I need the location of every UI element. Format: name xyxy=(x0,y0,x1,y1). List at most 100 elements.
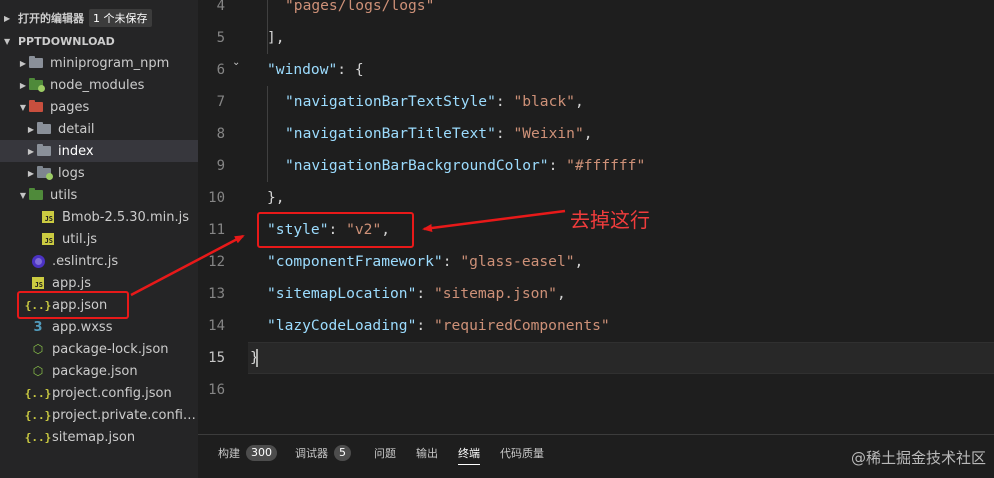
file-tree-item[interactable]: ▼ utils xyxy=(0,184,198,206)
line-number: 7 xyxy=(216,94,225,110)
file-tree-item[interactable]: {..}project.private.config.js... xyxy=(0,404,198,426)
json-key: "navigationBarTitleText" xyxy=(285,125,496,142)
line-number: 5 xyxy=(216,30,225,46)
file-tree-item[interactable]: ▼ pages xyxy=(0,96,198,118)
current-line-highlight xyxy=(248,342,994,374)
js-file-icon: JS xyxy=(30,276,46,290)
open-editors-header[interactable]: ▶ 打开的编辑器 1 个未保存 xyxy=(0,7,198,29)
panel-tab[interactable]: 构建 300 xyxy=(218,444,277,462)
utils-folder-icon xyxy=(28,188,44,202)
annotation-box-style-line xyxy=(257,212,414,248)
explorer-sidebar: ▶ 打开的编辑器 1 个未保存 ▼ PPTDOWNLOAD ▶ miniprogr… xyxy=(0,0,198,478)
punctuation: : xyxy=(495,93,514,110)
line-number: 14 xyxy=(208,318,225,334)
punctuation: : xyxy=(416,285,434,302)
chevron-right-icon[interactable]: ▶ xyxy=(18,59,28,68)
file-tree-label: utils xyxy=(50,187,78,203)
file-tree-item[interactable]: ▶ logs xyxy=(0,162,198,184)
chevron-right-icon[interactable]: ▶ xyxy=(26,125,36,134)
file-tree-item[interactable]: {..} project.config.json xyxy=(0,382,198,404)
json-string: "#ffffff" xyxy=(566,157,646,174)
package-icon: ⬡ xyxy=(32,364,44,378)
panel-tab-label: 问题 xyxy=(374,447,396,460)
line-number: 11 xyxy=(208,222,225,238)
line-number: 15 xyxy=(208,350,225,366)
code-editor[interactable]: 4 "pages/logs/logs" 5], 6 "window": { 7 "navig… xyxy=(198,0,994,434)
open-editors-title: 打开的编辑器 xyxy=(18,12,84,25)
panel-tab-count: 5 xyxy=(334,445,351,461)
code-line[interactable]: "lazyCodeLoading": "requiredComponents" xyxy=(267,310,610,342)
file-tree-item[interactable]: JS util.js xyxy=(0,228,198,250)
panel-tab[interactable]: 终端 xyxy=(458,444,480,465)
panel-tab[interactable]: 问题 xyxy=(374,444,396,462)
json-string: "sitemap.json" xyxy=(433,285,557,302)
panel-tab[interactable]: 调试器 5 xyxy=(295,444,351,462)
logs-folder-icon xyxy=(36,166,53,180)
json-string: "pages/logs/logs" xyxy=(285,0,435,14)
code-line[interactable]: "window": { xyxy=(267,54,364,86)
panel-tab-label: 构建 xyxy=(218,447,240,460)
line-number: 6 xyxy=(216,62,225,78)
project-title: PPTDOWNLOAD xyxy=(18,34,115,48)
line-number: 8 xyxy=(216,126,225,142)
folder-icon xyxy=(36,144,52,158)
text-cursor xyxy=(256,349,258,367)
indent-guide xyxy=(267,86,268,182)
json-string: "requiredComponents" xyxy=(433,317,610,334)
punctuation: : { xyxy=(337,61,364,78)
punctuation: , xyxy=(556,285,566,302)
file-tree-label: node_modules xyxy=(50,77,145,93)
code-line[interactable]: }, xyxy=(267,182,285,214)
panel-tab[interactable]: 输出 xyxy=(416,444,438,462)
punctuation: : xyxy=(442,253,461,270)
chevron-right-icon[interactable]: ▶ xyxy=(26,147,36,156)
file-tree-label: sitemap.json xyxy=(52,429,136,445)
file-tree-item[interactable]: .eslintrc.js xyxy=(0,250,198,272)
file-tree-item[interactable]: ▶ miniprogram_npm xyxy=(0,52,198,74)
file-tree-item[interactable]: JS Bmob-2.5.30.min.js xyxy=(0,206,198,228)
code-line[interactable]: ], xyxy=(267,22,285,54)
json-string: "glass-easel" xyxy=(460,253,575,270)
code-line[interactable]: "componentFramework": "glass-easel", xyxy=(267,246,583,278)
fold-chevron-icon[interactable]: ⌄ xyxy=(232,57,240,68)
file-tree-item[interactable]: 3 app.wxss xyxy=(0,316,198,338)
code-line[interactable]: "navigationBarBackgroundColor": "#ffffff… xyxy=(285,150,645,182)
file-tree-item[interactable]: ▶ detail xyxy=(0,118,198,140)
json-file-icon: {..} xyxy=(24,430,52,444)
code-line[interactable]: "navigationBarTextStyle": "black", xyxy=(285,86,584,118)
json-key: "window" xyxy=(267,61,338,78)
code-line[interactable]: "pages/logs/logs" xyxy=(285,0,434,22)
json-key: "navigationBarBackgroundColor" xyxy=(285,157,549,174)
panel-tab-label: 调试器 xyxy=(295,447,328,460)
punctuation: : xyxy=(416,317,434,334)
panel-tab[interactable]: 代码质量 xyxy=(500,444,544,462)
punctuation: ], xyxy=(267,29,285,46)
file-tree-item[interactable]: ⬡ package-lock.json xyxy=(0,338,198,360)
chevron-right-icon: ▶ xyxy=(4,13,11,23)
json-file-icon: {..} xyxy=(24,386,52,400)
file-tree-item[interactable]: ⬡ package.json xyxy=(0,360,198,382)
line-number: 10 xyxy=(208,190,225,206)
file-tree-label: package.json xyxy=(52,363,138,379)
watermark: @稀土掘金技术社区 xyxy=(850,449,986,467)
folder-icon xyxy=(28,56,44,70)
css-file-icon: 3 xyxy=(33,319,43,335)
chevron-right-icon[interactable]: ▶ xyxy=(26,169,36,178)
node-folder-icon xyxy=(28,78,45,92)
code-line[interactable]: "sitemapLocation": "sitemap.json", xyxy=(267,278,566,310)
chevron-right-icon[interactable]: ▶ xyxy=(18,81,28,90)
line-number: 4 xyxy=(216,0,225,14)
code-line[interactable]: "navigationBarTitleText": "Weixin", xyxy=(285,118,593,150)
project-header[interactable]: ▼ PPTDOWNLOAD xyxy=(0,30,198,52)
file-tree-label: index xyxy=(58,143,94,159)
file-tree-item[interactable]: ▶ index xyxy=(0,140,198,162)
file-tree-item[interactable]: ▶ node_modules xyxy=(0,74,198,96)
pages-folder-icon xyxy=(28,100,44,114)
chevron-down-icon[interactable]: ▼ xyxy=(18,103,28,112)
file-tree-label: pages xyxy=(50,99,90,115)
json-key: "componentFramework" xyxy=(267,253,443,270)
folder-icon xyxy=(36,122,52,136)
file-tree-item[interactable]: {..} sitemap.json xyxy=(0,426,198,448)
punctuation: : xyxy=(548,157,567,174)
chevron-down-icon[interactable]: ▼ xyxy=(18,191,28,200)
